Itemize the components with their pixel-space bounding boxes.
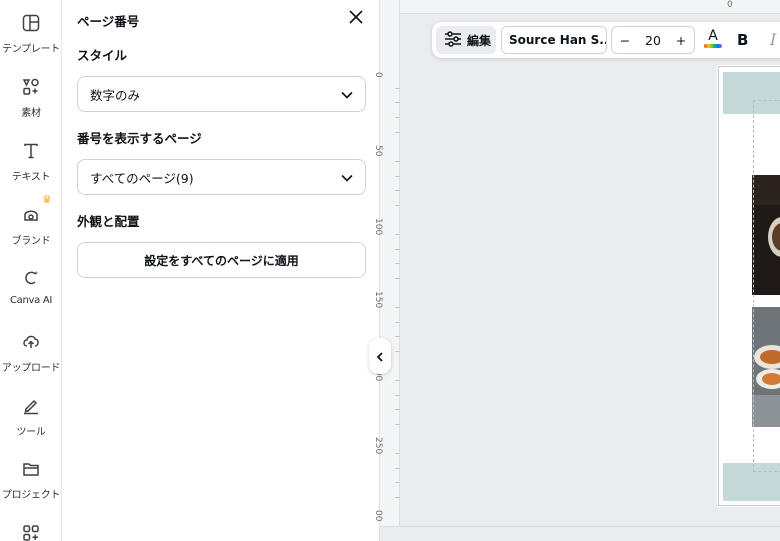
chevron-down-icon	[341, 87, 353, 102]
page-number-panel: ページ番号 スタイル 数字のみ 番号を表示するページ すべてのページ(9) 外観…	[62, 0, 380, 541]
pages-heading: 番号を表示するページ	[77, 131, 202, 146]
rail-label: 素材	[21, 108, 41, 119]
pages-select-value: すべてのページ(9)	[90, 170, 194, 186]
rail-tools[interactable]: ツール	[0, 395, 62, 438]
apps-icon	[20, 522, 42, 541]
style-select-value: 数字のみ	[90, 87, 141, 103]
rail-label: アップロード	[1, 363, 61, 374]
pages-select[interactable]: すべてのページ(9)	[77, 159, 366, 195]
rail-projects[interactable]: プロジェクト	[0, 458, 62, 501]
ruler-label: 50	[373, 145, 383, 157]
elements-icon	[20, 76, 42, 98]
edit-label: 編集	[467, 33, 492, 48]
text-icon	[20, 140, 42, 162]
horizontal-ruler	[400, 0, 780, 14]
upload-icon	[20, 331, 42, 353]
rail-templates[interactable]: テンプレート	[0, 12, 62, 55]
horizontal-scrollbar[interactable]	[380, 526, 780, 541]
chevron-down-icon	[341, 170, 353, 185]
style-heading: スタイル	[77, 48, 128, 63]
ruler-label: 150	[373, 291, 383, 309]
close-icon	[349, 9, 363, 28]
collapse-panel-button[interactable]	[369, 338, 391, 374]
rail-label: プロジェクト	[1, 490, 61, 501]
font-family-select[interactable]: Source Han S...	[501, 26, 607, 54]
ruler-label: 250	[373, 437, 383, 455]
folder-icon	[20, 458, 42, 480]
rail-label: テキスト	[11, 172, 51, 183]
rail-label: Canva AI	[9, 295, 53, 306]
rail-apps[interactable]	[0, 522, 62, 541]
chevron-left-icon	[376, 347, 384, 366]
font-size-input[interactable]: 20	[645, 33, 661, 48]
margin-guide	[753, 100, 780, 472]
tools-icon	[20, 395, 42, 417]
rail-canva-ai[interactable]: Canva AI	[0, 267, 62, 306]
italic-button[interactable]: I	[770, 30, 776, 49]
side-rail: テンプレート 素材 テキスト ♛ ブランド Canva AI アップロード ツー…	[0, 0, 62, 541]
edit-button[interactable]: 編集	[436, 26, 496, 54]
canva-ai-icon	[20, 267, 42, 289]
appearance-heading: 外観と配置	[77, 214, 140, 229]
template-icon	[20, 12, 42, 34]
close-button[interactable]	[346, 8, 366, 28]
panel-title: ページ番号	[77, 14, 140, 29]
rail-label: ツール	[16, 427, 46, 438]
rail-brand[interactable]: ブランド	[0, 204, 62, 247]
text-color-button[interactable]: A	[703, 28, 723, 52]
ruler-label: 0	[373, 72, 383, 78]
rail-label: ブランド	[11, 236, 51, 247]
ruler-label: 100	[373, 218, 383, 236]
apply-all-pages-button[interactable]: 設定をすべてのページに適用	[77, 242, 366, 278]
rail-elements[interactable]: 素材	[0, 76, 62, 119]
design-page[interactable]	[718, 66, 780, 506]
decrease-size-button[interactable]: −	[618, 33, 632, 48]
brand-icon	[20, 204, 42, 226]
color-swatch	[704, 44, 722, 48]
increase-size-button[interactable]: +	[674, 33, 688, 48]
ruler-label: 00	[373, 510, 383, 522]
bold-button[interactable]: B	[737, 31, 748, 49]
style-select[interactable]: 数字のみ	[77, 76, 366, 112]
rail-text[interactable]: テキスト	[0, 140, 62, 183]
ruler-h-label: 0	[727, 0, 733, 10]
sliders-icon	[444, 30, 462, 50]
rail-label: テンプレート	[2, 44, 60, 55]
font-size-stepper: − 20 +	[611, 26, 695, 54]
text-toolbar: 編集 Source Han S... − 20 + A B I	[432, 22, 780, 58]
text-color-icon: A	[708, 28, 718, 44]
rail-upload[interactable]: アップロード	[0, 331, 62, 374]
